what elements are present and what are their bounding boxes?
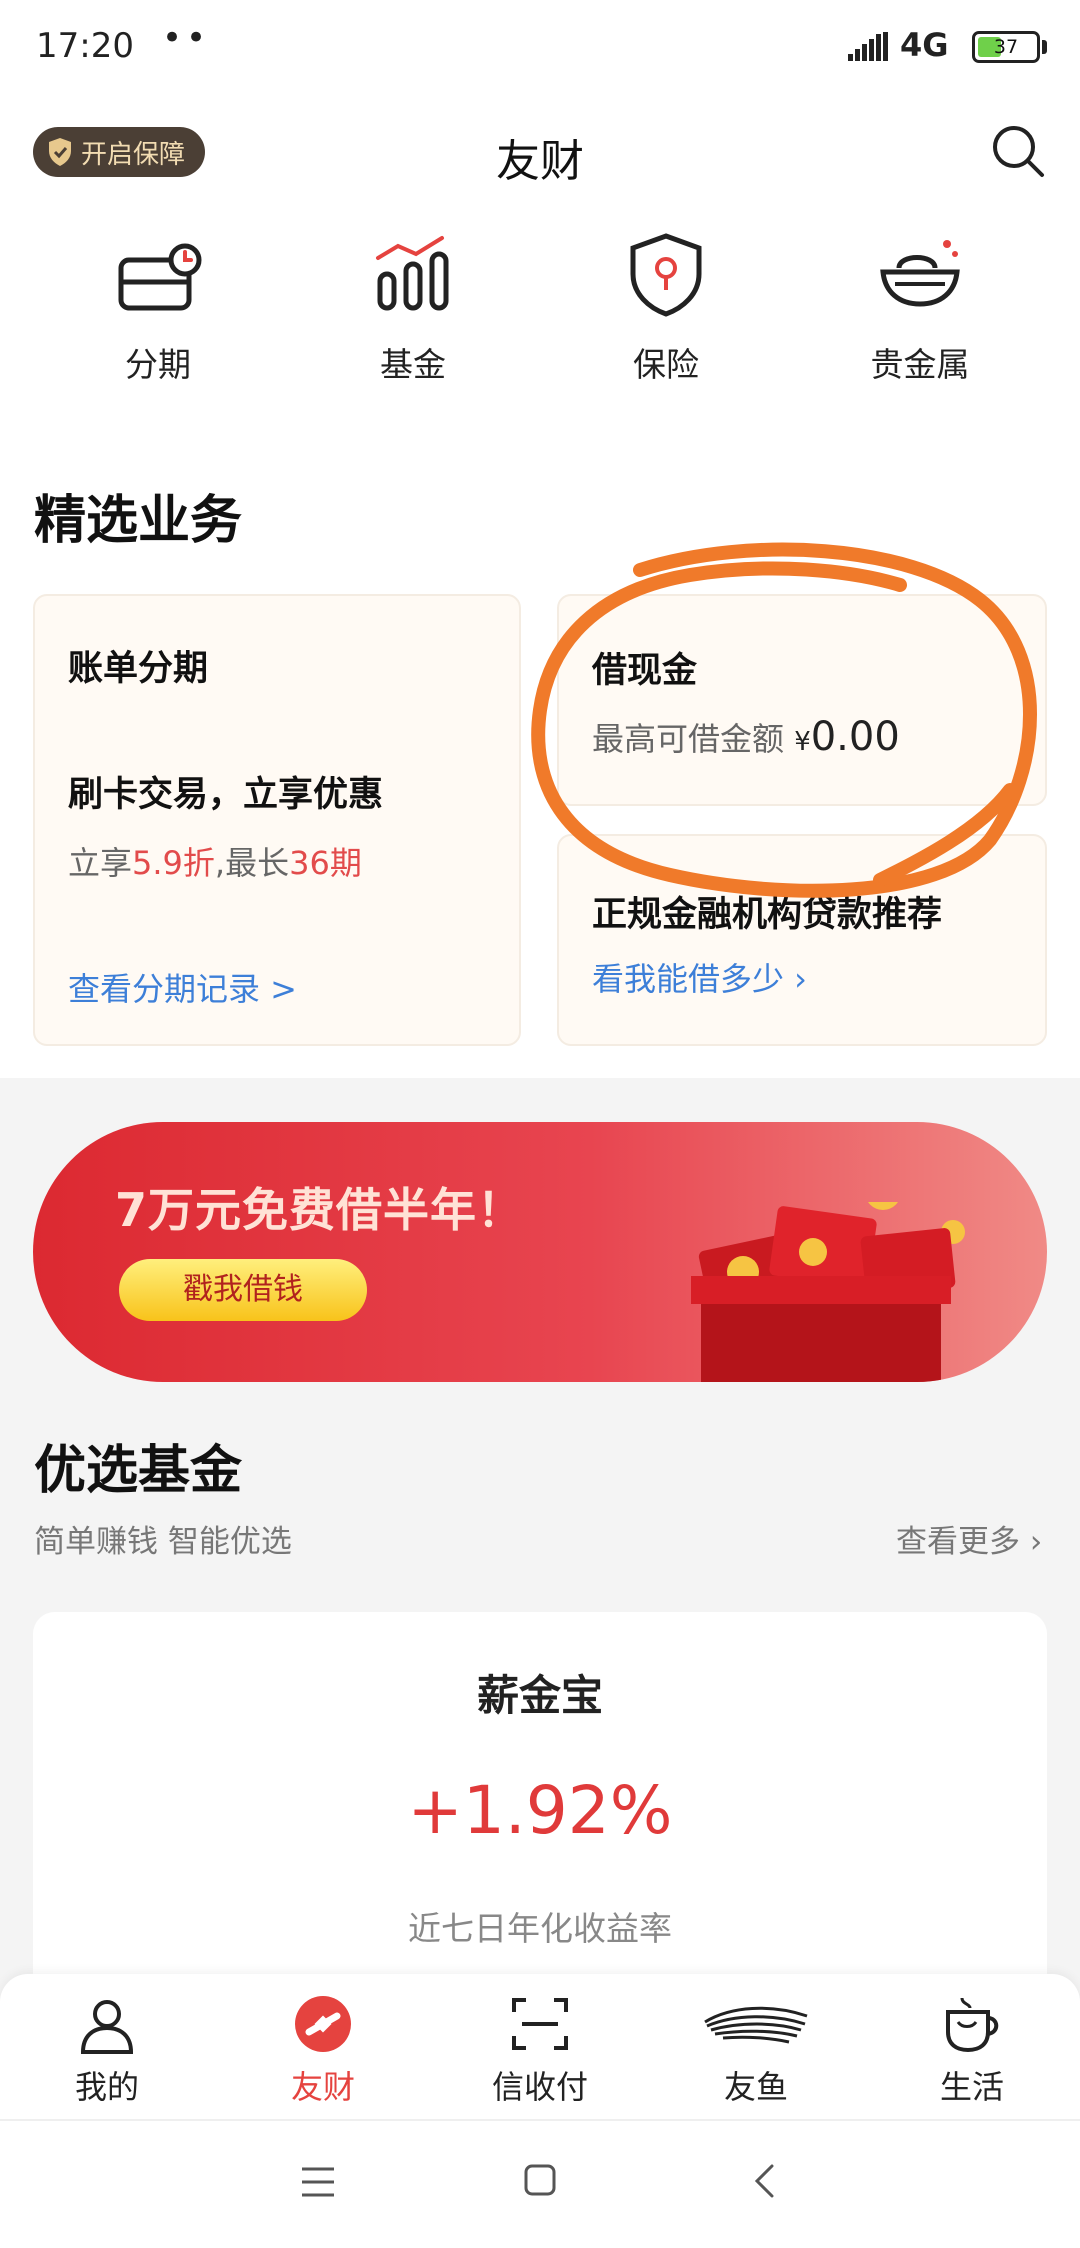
notification-dots: •• — [162, 18, 211, 58]
funds-more-link[interactable]: 查看更多 › — [896, 1516, 1042, 1561]
quick-label-precious-metal: 贵金属 — [870, 345, 970, 384]
page-title: 友财 — [496, 136, 584, 187]
installment-headline: 刷卡交易，立享优惠 — [68, 775, 384, 815]
red-envelope-gift-icon — [691, 1202, 965, 1382]
battery-tip — [1042, 40, 1047, 54]
promo-periods: 36期 — [289, 844, 362, 882]
funds-subtitle: 简单赚钱 智能优选 — [34, 1524, 292, 1560]
app-header: 开启保障 友财 — [0, 95, 1080, 210]
signal-icon — [848, 32, 888, 61]
network-type: 4G — [900, 26, 949, 64]
banner-title: 7万元免费借半年！ — [115, 1183, 525, 1237]
quick-item-installment[interactable]: 分期 — [58, 230, 258, 386]
fund-rate-label: 近七日年化收益率 — [408, 1909, 672, 1948]
person-icon — [80, 2000, 134, 2054]
section-title-featured: 精选业务 — [34, 491, 243, 551]
promo-prefix: 立享 — [68, 844, 133, 882]
installment-records-link[interactable]: 查看分期记录 > — [68, 964, 297, 1010]
nav-label-life: 生活 — [939, 2068, 1004, 2106]
quick-label-fund: 基金 — [380, 345, 446, 384]
gold-ingot-icon — [880, 240, 960, 307]
status-bar: 17:20 •• 4G 37 — [0, 0, 1080, 95]
quick-item-precious-metal[interactable]: 贵金属 — [820, 230, 1020, 386]
promo-mid: ,最长 — [214, 844, 290, 882]
nav-item-mine[interactable]: 我的 — [17, 1992, 197, 2108]
quick-actions: 分期 基金 保险 贵金属 — [0, 230, 1080, 410]
section-title-funds: 优选基金 — [34, 1441, 243, 1501]
quick-label-installment: 分期 — [125, 345, 191, 384]
borrow-button[interactable]: 戳我借钱 — [119, 1259, 367, 1321]
installment-card[interactable]: 账单分期 刷卡交易，立享优惠 立享5.9折,最长36期 查看分期记录 > — [33, 594, 521, 1046]
nav-label-youcai: 友财 — [290, 2068, 355, 2106]
status-time: 17:20 — [36, 26, 134, 66]
fund-name: 薪金宝 — [476, 1671, 603, 1720]
quick-item-fund[interactable]: 基金 — [313, 230, 513, 386]
battery-icon: 37 — [972, 31, 1040, 63]
back-icon[interactable] — [752, 2163, 778, 2199]
promo-discount: 5.9折 — [132, 844, 215, 882]
promo-banner[interactable]: 7万元免费借半年！ 戳我借钱 — [33, 1122, 1047, 1382]
loan-amount-link[interactable]: 看我能借多少 › — [592, 954, 807, 1000]
home-icon[interactable] — [523, 2163, 557, 2197]
insurance-shield-icon — [630, 233, 702, 317]
nav-item-pay[interactable]: 信收付 — [450, 1992, 630, 2108]
search-icon[interactable] — [990, 123, 1046, 179]
nav-label-fish: 友鱼 — [723, 2068, 788, 2106]
nav-label-mine: 我的 — [74, 2068, 139, 2106]
fish-icon — [704, 2006, 808, 2044]
bottom-nav: 我的 友财 信收付 友鱼 生活 — [0, 1974, 1080, 2119]
fund-rate: +1.92% — [407, 1772, 673, 1849]
installment-title: 账单分期 — [68, 649, 209, 689]
fund-chart-icon — [376, 236, 449, 311]
nav-item-fish[interactable]: 友鱼 — [666, 1992, 846, 2108]
quick-label-insurance: 保险 — [633, 345, 699, 384]
system-nav-bar — [0, 2119, 1080, 2248]
hand-drawn-circle-annotation — [531, 542, 1037, 898]
nav-item-youcai[interactable]: 友财 — [233, 1992, 413, 2108]
fund-card[interactable]: 薪金宝 +1.92% 近七日年化收益率 — [33, 1612, 1047, 2012]
menu-icon[interactable] — [300, 2165, 336, 2199]
nav-item-life[interactable]: 生活 — [882, 1992, 1062, 2108]
installment-promo: 立享5.9折,最长36期 — [68, 838, 362, 884]
installment-card-icon — [118, 243, 202, 311]
coffee-cup-icon — [946, 1997, 999, 2053]
battery-level: 37 — [993, 36, 1019, 58]
scan-icon — [512, 1998, 568, 2050]
quick-item-insurance[interactable]: 保险 — [566, 230, 766, 386]
nav-label-pay: 信收付 — [491, 2068, 588, 2106]
youcai-logo-icon — [295, 1996, 351, 2052]
